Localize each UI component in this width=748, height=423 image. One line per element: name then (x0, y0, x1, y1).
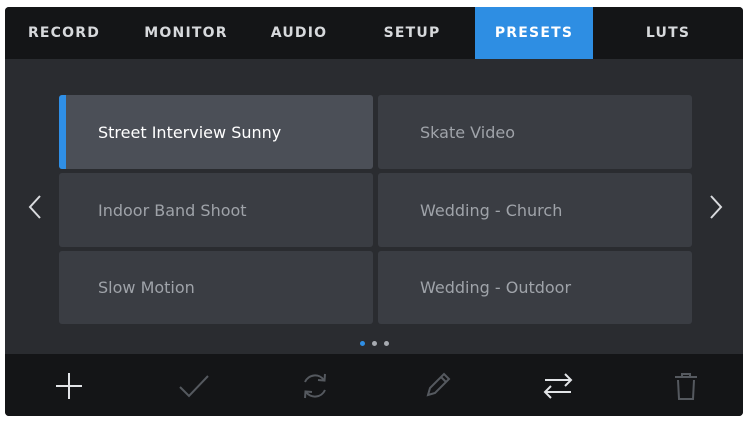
tab-record[interactable]: RECORD (5, 7, 123, 59)
next-page-button[interactable] (703, 187, 729, 227)
plus-icon (56, 373, 82, 399)
preset-grid: Street Interview Sunny Skate Video Indoo… (59, 95, 693, 324)
chevron-right-icon (710, 195, 723, 219)
delete-preset-button[interactable] (666, 366, 706, 406)
preset-label: Slow Motion (98, 278, 195, 297)
presets-panel: Street Interview Sunny Skate Video Indoo… (5, 59, 743, 354)
preset-item[interactable]: Indoor Band Shoot (59, 173, 373, 247)
pencil-icon (426, 372, 451, 397)
add-preset-button[interactable] (49, 366, 89, 406)
page-dot-active[interactable] (359, 341, 365, 346)
tab-presets[interactable]: PRESETS (475, 7, 593, 59)
swap-arrows-icon (543, 373, 573, 399)
import-export-button[interactable] (538, 366, 578, 406)
tab-audio[interactable]: AUDIO (249, 7, 349, 59)
preset-item[interactable]: Wedding - Church (378, 173, 692, 247)
checkmark-icon (179, 375, 209, 398)
page-dot[interactable] (371, 341, 377, 346)
rename-preset-button[interactable] (417, 366, 457, 406)
trash-icon (675, 373, 697, 400)
tab-bar: RECORD MONITOR AUDIO SETUP PRESETS LUTS (5, 7, 743, 59)
refresh-icon (304, 373, 326, 399)
page-indicator (5, 341, 743, 346)
previous-page-button[interactable] (22, 187, 48, 227)
tab-monitor[interactable]: MONITOR (123, 7, 249, 59)
preset-label: Wedding - Outdoor (420, 278, 572, 297)
preset-label: Indoor Band Shoot (98, 200, 247, 220)
selection-indicator (59, 95, 66, 169)
tab-setup[interactable]: SETUP (349, 7, 475, 59)
preset-item[interactable]: Slow Motion (59, 251, 373, 324)
update-preset-button[interactable] (295, 366, 335, 406)
preset-item[interactable]: Street Interview Sunny (59, 95, 373, 169)
preset-label: Skate Video (420, 122, 515, 142)
tab-luts[interactable]: LUTS (593, 7, 743, 59)
preset-label: Wedding - Church (420, 200, 563, 220)
preset-label: Street Interview Sunny (98, 122, 282, 142)
page-dot[interactable] (383, 341, 389, 346)
camera-screen: RECORD MONITOR AUDIO SETUP PRESETS LUTS … (5, 7, 743, 416)
preset-item[interactable]: Wedding - Outdoor (378, 251, 692, 324)
action-toolbar (5, 354, 743, 416)
chevron-left-icon (28, 195, 41, 219)
load-preset-button[interactable] (174, 366, 214, 406)
preset-item[interactable]: Skate Video (378, 95, 692, 169)
